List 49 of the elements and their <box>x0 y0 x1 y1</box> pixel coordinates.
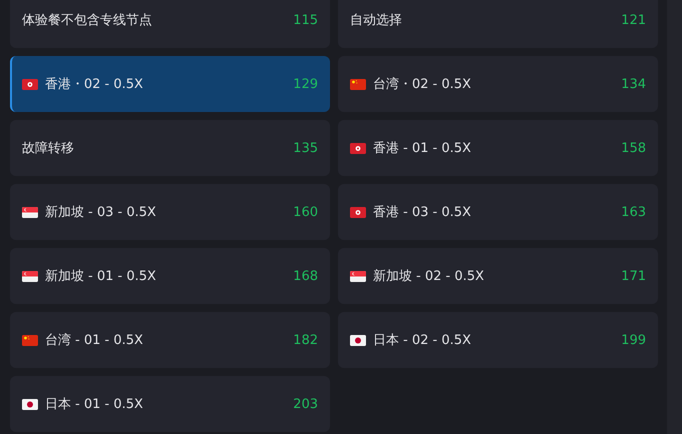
flag-icon <box>22 78 38 90</box>
flag-icon <box>22 398 38 410</box>
node-name: 日本 - 02 - 0.5X <box>373 332 472 349</box>
node-name: 新加坡 - 01 - 0.5X <box>45 268 158 285</box>
flag-icon <box>22 206 38 218</box>
proxy-node-card[interactable]: 台湾 - 01 - 0.5X 182 <box>10 312 330 368</box>
flag-icon <box>350 206 366 218</box>
latency-value: 134 <box>621 76 646 92</box>
proxy-node-card[interactable]: 香港 - 03 - 0.5X 163 <box>338 184 658 240</box>
node-name: 故障转移 <box>22 140 75 157</box>
flag-icon <box>22 334 38 346</box>
proxy-node-card[interactable]: 新加坡 - 01 - 0.5X 168 <box>10 248 330 304</box>
latency-value: 171 <box>621 268 646 284</box>
proxy-node-card[interactable]: 新加坡 - 02 - 0.5X 171 <box>338 248 658 304</box>
proxy-node-card[interactable]: 新加坡 - 03 - 0.5X 160 <box>10 184 330 240</box>
flag-icon <box>350 334 366 346</box>
node-name: 香港 - 03 - 0.5X <box>373 204 472 221</box>
latency-value: 158 <box>621 140 646 156</box>
proxy-node-card[interactable]: 日本 - 01 - 0.5X 203 <box>10 376 330 432</box>
flag-icon <box>350 78 366 90</box>
node-name: 新加坡 - 02 - 0.5X <box>373 268 486 285</box>
node-name: 新加坡 - 03 - 0.5X <box>45 204 158 221</box>
node-name: 台湾・02 - 0.5X <box>373 76 472 93</box>
latency-value: 160 <box>293 204 318 220</box>
latency-value: 129 <box>293 76 318 92</box>
proxy-node-card[interactable]: 台湾・02 - 0.5X 134 <box>338 56 658 112</box>
latency-value: 115 <box>293 12 318 28</box>
node-name: 自动选择 <box>350 12 403 29</box>
proxy-node-card[interactable]: 故障转移 135 <box>10 120 330 176</box>
proxy-node-card[interactable]: 日本 - 02 - 0.5X 199 <box>338 312 658 368</box>
latency-value: 135 <box>293 140 318 156</box>
latency-value: 168 <box>293 268 318 284</box>
latency-value: 199 <box>621 332 646 348</box>
flag-icon <box>350 142 366 154</box>
latency-value: 121 <box>621 12 646 28</box>
latency-value: 163 <box>621 204 646 220</box>
proxy-node-card[interactable]: 体验餐不包含专线节点 115 <box>10 0 330 48</box>
flag-icon <box>350 270 366 282</box>
proxy-node-card[interactable]: 香港 - 01 - 0.5X 158 <box>338 120 658 176</box>
node-name: 台湾 - 01 - 0.5X <box>45 332 144 349</box>
latency-value: 203 <box>293 396 318 412</box>
node-name: 体验餐不包含专线节点 <box>22 12 153 29</box>
proxy-node-card[interactable]: 香港・02 - 0.5X 129 <box>10 56 330 112</box>
latency-value: 182 <box>293 332 318 348</box>
node-name: 香港 - 01 - 0.5X <box>373 140 472 157</box>
proxy-node-card[interactable]: 自动选择 121 <box>338 0 658 48</box>
flag-icon <box>22 270 38 282</box>
node-name: 香港・02 - 0.5X <box>45 76 144 93</box>
node-name: 日本 - 01 - 0.5X <box>45 396 144 413</box>
